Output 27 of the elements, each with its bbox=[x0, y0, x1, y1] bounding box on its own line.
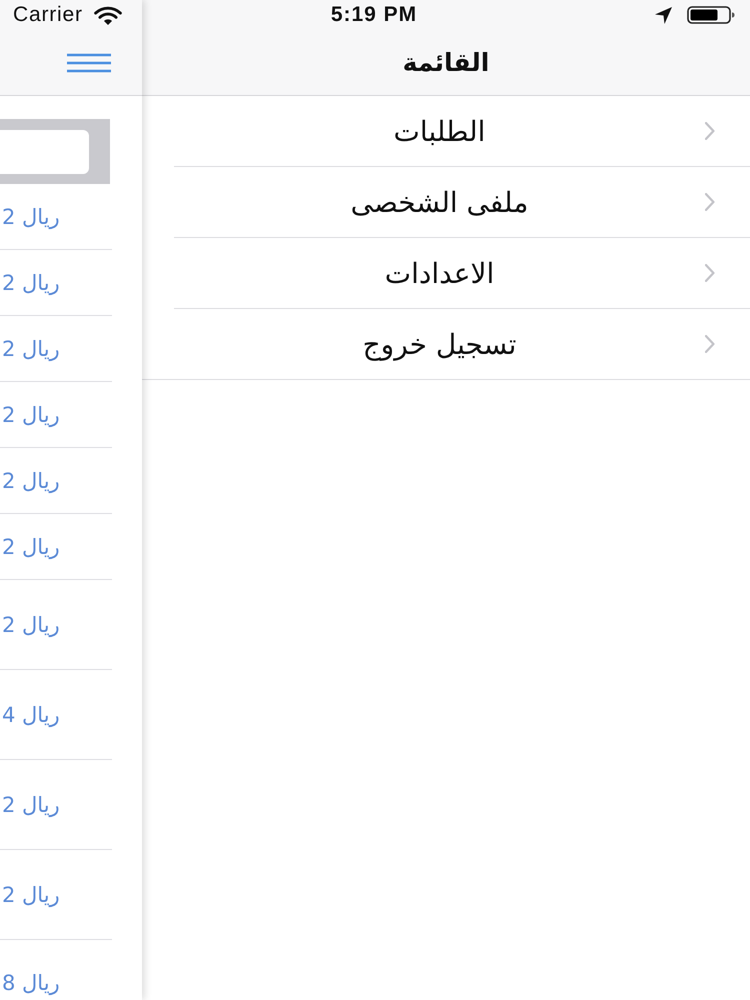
price-text: ريال 2 bbox=[2, 792, 60, 818]
price-text: ريال 2 bbox=[2, 612, 60, 638]
menu-item[interactable]: تسجيل خروج bbox=[142, 309, 750, 380]
price-text: ريال 2 bbox=[2, 882, 60, 908]
chevron-icon bbox=[705, 122, 715, 140]
price-text: ريال 4 bbox=[2, 702, 60, 728]
chevron-icon bbox=[705, 335, 715, 353]
status-time: 5:19 PM bbox=[330, 3, 418, 27]
price-text: ريال 2 bbox=[2, 402, 60, 428]
location-arrow-icon bbox=[655, 6, 672, 24]
menu-item[interactable]: الاعدادات bbox=[174, 238, 750, 309]
menu-icon[interactable] bbox=[66, 52, 112, 72]
price-text: ريال 2 bbox=[2, 468, 60, 494]
chevron-icon bbox=[705, 193, 715, 211]
menu-item[interactable]: الطلبات bbox=[174, 96, 750, 167]
menu-item[interactable]: ملفى الشخصى bbox=[174, 167, 750, 238]
wifi-icon bbox=[94, 5, 122, 25]
price-text: ريال 2 bbox=[2, 204, 60, 230]
battery-icon bbox=[687, 6, 735, 24]
carrier-name: Carrier bbox=[13, 3, 83, 27]
price-text: ريال 2 bbox=[2, 270, 60, 296]
price-text: ريال 8 bbox=[2, 970, 60, 996]
price-text: ريال 2 bbox=[2, 534, 60, 560]
chevron-icon bbox=[705, 264, 715, 282]
search-field[interactable] bbox=[0, 130, 89, 174]
price-text: ريال 2 bbox=[2, 336, 60, 362]
menu-title: القائمة bbox=[402, 48, 490, 77]
